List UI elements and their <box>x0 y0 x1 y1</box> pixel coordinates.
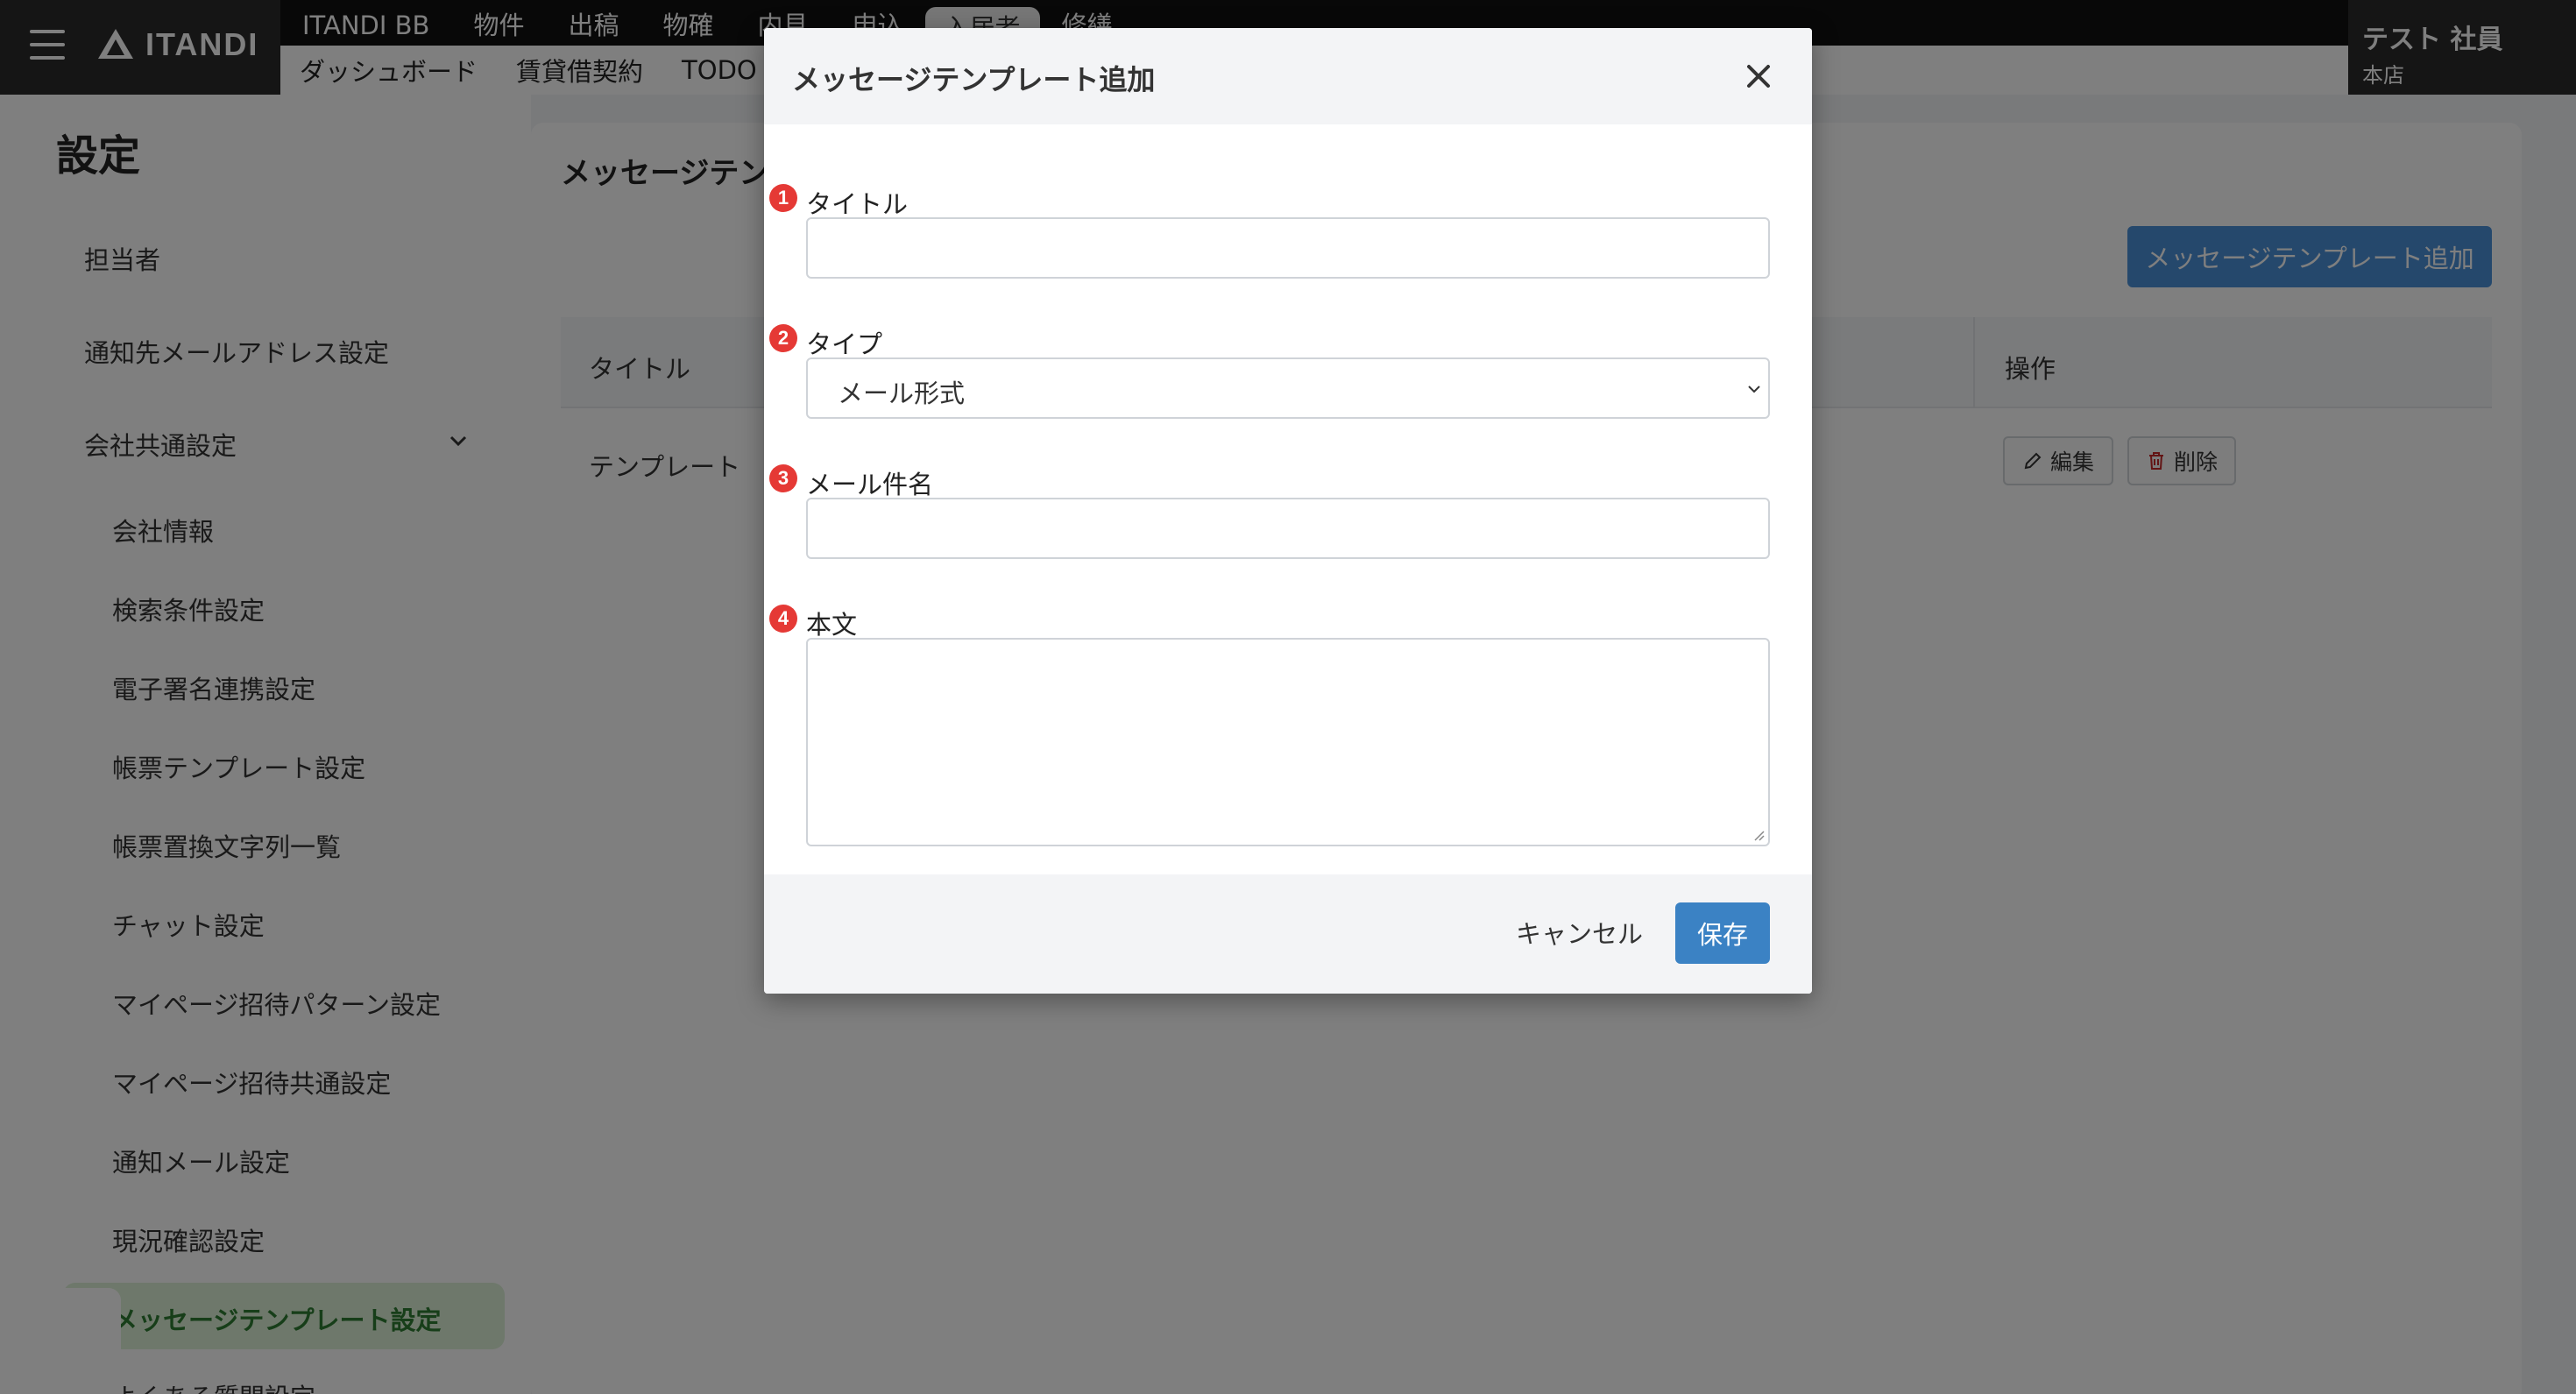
cancel-button[interactable]: キャンセル <box>1516 901 1643 964</box>
body-textarea[interactable] <box>806 638 1770 846</box>
subject-input[interactable] <box>806 498 1770 559</box>
modal-header: メッセージテンプレート追加 <box>764 28 1812 124</box>
resize-handle-icon[interactable] <box>1751 827 1765 841</box>
add-template-modal: メッセージテンプレート追加 1 タイトル 2 タイプ メール形式 3 メール件名… <box>764 28 1812 994</box>
modal-footer: キャンセル 保存 <box>764 874 1812 994</box>
title-label: タイトル <box>806 189 909 219</box>
save-button[interactable]: 保存 <box>1675 902 1770 964</box>
title-input[interactable] <box>806 217 1770 279</box>
marker-3: 3 <box>769 464 797 492</box>
modal-title: メッセージテンプレート追加 <box>792 63 1156 96</box>
subject-label: メール件名 <box>806 470 934 499</box>
type-label: タイプ <box>806 329 883 359</box>
body-label: 本文 <box>806 610 858 640</box>
chevron-down-icon <box>1748 386 1760 393</box>
type-select-value: メール形式 <box>838 379 966 408</box>
close-icon[interactable] <box>1744 61 1773 91</box>
marker-2: 2 <box>769 324 797 352</box>
marker-4: 4 <box>769 605 797 633</box>
marker-1: 1 <box>769 184 797 212</box>
type-select[interactable]: メール形式 <box>806 357 1770 419</box>
